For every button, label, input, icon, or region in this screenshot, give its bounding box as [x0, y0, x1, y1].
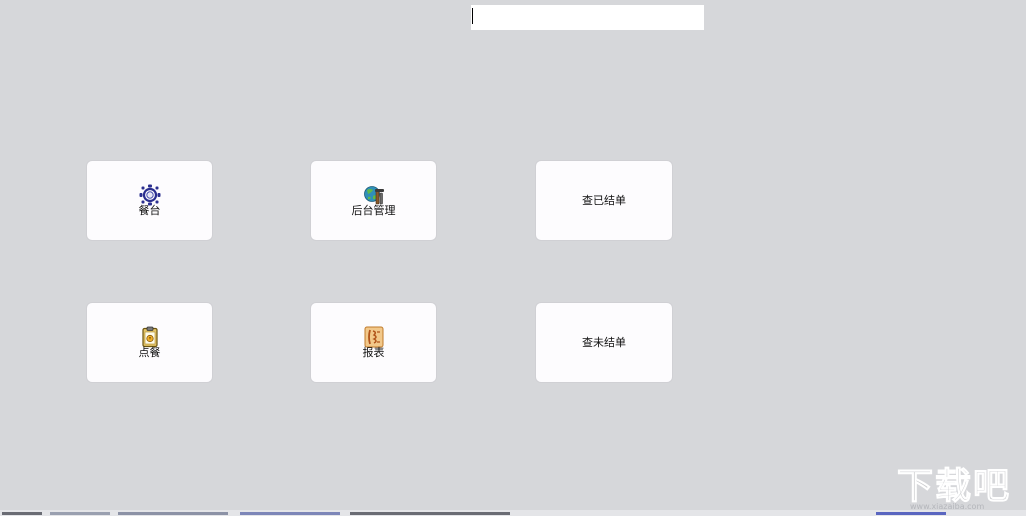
round-table-icon: [138, 184, 162, 206]
order-button[interactable]: 点餐: [87, 303, 212, 382]
order-label: 点餐: [138, 346, 161, 359]
globe-tools-icon: [362, 184, 386, 206]
admin-label: 后台管理: [351, 204, 396, 217]
text-caret: [472, 8, 473, 24]
unsettled-label: 查未结单: [582, 336, 626, 349]
tables-label: 餐台: [138, 204, 161, 217]
settled-label: 查已结单: [582, 194, 626, 207]
view-unsettled-orders-button[interactable]: 查未结单: [536, 303, 672, 382]
status-bar: [0, 510, 1026, 516]
watermark-site: www.xiazaiba.com: [910, 502, 985, 511]
search-input[interactable]: [471, 5, 704, 30]
clipboard-icon: [138, 326, 162, 348]
admin-button[interactable]: 后台管理: [311, 161, 436, 240]
report-button[interactable]: 报表: [311, 303, 436, 382]
view-settled-orders-button[interactable]: 查已结单: [536, 161, 672, 240]
report-label: 报表: [362, 346, 385, 359]
watermark-logo: 下载吧: [896, 466, 1011, 508]
tables-button[interactable]: 餐台: [87, 161, 212, 240]
scroll-icon: [362, 326, 386, 348]
